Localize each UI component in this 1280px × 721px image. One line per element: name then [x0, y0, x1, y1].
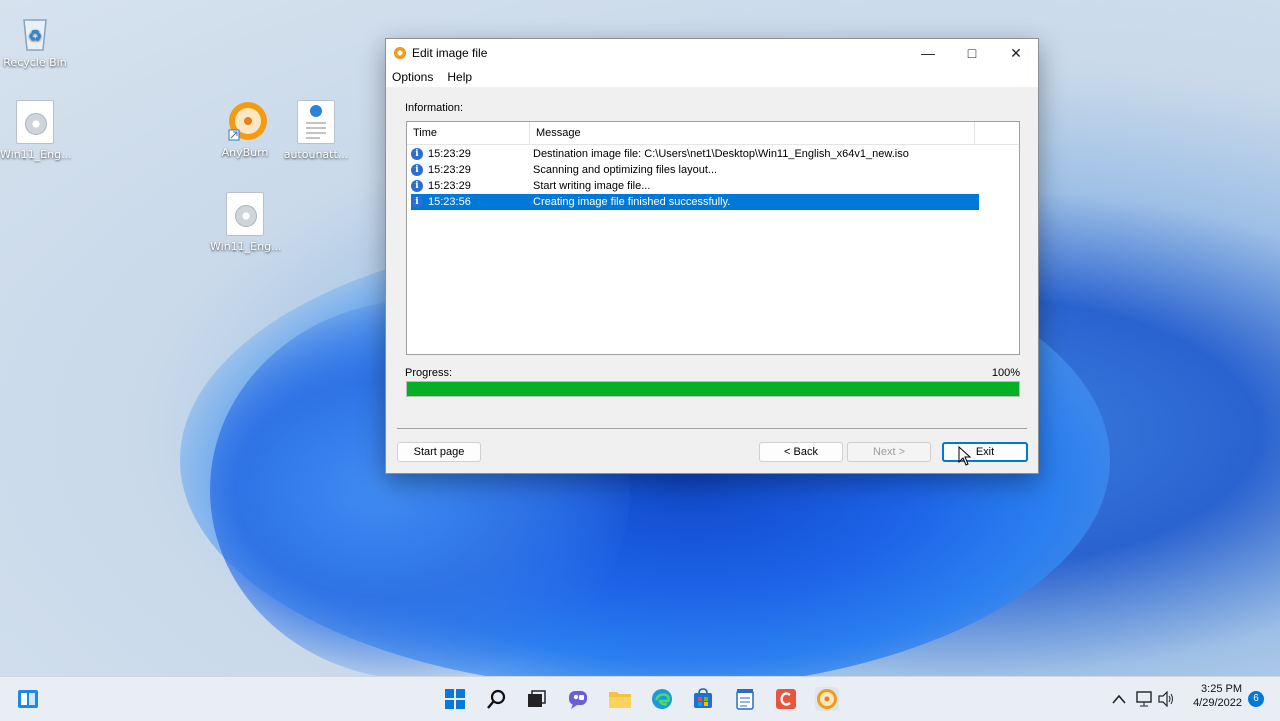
- menu-bar: Options Help: [386, 67, 1038, 87]
- title-bar[interactable]: Edit image file — □ ✕: [386, 39, 1038, 67]
- information-log-list[interactable]: Time Message i 15:23:29 Destination image…: [406, 121, 1020, 355]
- notepad-button[interactable]: [733, 687, 757, 711]
- show-hidden-icons-button[interactable]: [1107, 687, 1131, 711]
- column-header-time[interactable]: Time: [407, 122, 530, 144]
- desktop-icon-label: Recycle Bin: [3, 56, 67, 69]
- log-time: 15:23:29: [428, 180, 471, 192]
- log-row[interactable]: i 15:23:29 Destination image file: C:\Use…: [411, 146, 979, 162]
- log-time: 15:23:29: [428, 164, 471, 176]
- chat-button[interactable]: [566, 687, 590, 711]
- progress-percent: 100%: [991, 367, 1020, 379]
- taskbar: 3:25 PM 4/29/2022 6: [0, 676, 1280, 721]
- task-view-button[interactable]: [524, 687, 548, 711]
- window-title: Edit image file: [412, 46, 488, 60]
- log-message: Start writing image file...: [533, 180, 651, 192]
- notepad-icon: [736, 689, 754, 710]
- progress-label: Progress:: [405, 367, 453, 379]
- log-time: 15:23:29: [428, 148, 471, 160]
- back-button[interactable]: < Back: [759, 442, 843, 462]
- start-button[interactable]: [443, 687, 467, 711]
- desktop-icon-label: Win11_Eng...: [210, 240, 282, 253]
- anyburn-icon: [817, 689, 837, 709]
- column-header-filler: [975, 122, 1019, 144]
- maximize-button[interactable]: □: [950, 39, 994, 67]
- widgets-icon: [18, 690, 38, 708]
- clock-time: 3:25 PM: [1201, 683, 1242, 695]
- desktop-icon-iso-file[interactable]: Win11_Eng...: [0, 100, 72, 161]
- network-button[interactable]: [1133, 687, 1157, 711]
- log-message: Creating image file finished successfull…: [533, 196, 731, 208]
- desktop-icon-label: AnyBurn: [221, 146, 269, 159]
- menu-options[interactable]: Options: [392, 70, 433, 84]
- app-c-icon: [776, 689, 796, 709]
- maximize-icon: □: [967, 45, 977, 61]
- start-page-button[interactable]: Start page: [397, 442, 481, 462]
- log-time: 15:23:56: [428, 196, 471, 208]
- log-message: Destination image file: C:\Users\net1\De…: [533, 148, 909, 160]
- close-button[interactable]: ✕: [994, 39, 1038, 67]
- anyburn-icon: [227, 100, 267, 142]
- info-icon: i: [411, 196, 423, 208]
- progress-bar-fill: [407, 382, 1019, 396]
- search-button[interactable]: [485, 687, 509, 711]
- search-icon: [487, 689, 506, 709]
- chevron-up-icon: [1112, 694, 1126, 704]
- desktop-icon-iso-file-new[interactable]: Win11_Eng...: [210, 192, 282, 253]
- log-row[interactable]: i 15:23:29 Start writing image file...: [411, 178, 979, 194]
- folder-icon: [609, 692, 631, 708]
- recycle-bin-icon: ♻: [17, 10, 53, 52]
- svg-text:♻: ♻: [28, 26, 42, 45]
- log-message: Scanning and optimizing files layout...: [533, 164, 718, 176]
- menu-help[interactable]: Help: [447, 70, 472, 84]
- minimize-button[interactable]: —: [906, 39, 950, 67]
- separator: [397, 428, 1027, 429]
- log-header: Time Message: [407, 122, 1019, 145]
- clock[interactable]: 3:25 PM 4/29/2022: [1182, 683, 1242, 709]
- mouse-cursor-icon: [958, 446, 972, 466]
- store-button[interactable]: [691, 687, 715, 711]
- chat-icon: [569, 691, 587, 709]
- volume-icon: [1158, 691, 1173, 707]
- disc-image-file-icon: [16, 100, 54, 144]
- progress-bar: [406, 381, 1020, 397]
- volume-button[interactable]: [1155, 687, 1179, 711]
- anyburn-app-icon: [394, 47, 406, 59]
- column-header-message[interactable]: Message: [530, 122, 975, 144]
- widgets-button[interactable]: [16, 687, 40, 711]
- notification-badge[interactable]: 6: [1248, 691, 1264, 707]
- anyburn-taskbar-button[interactable]: [815, 687, 839, 711]
- desktop-icon-label: autounatt...: [283, 148, 349, 161]
- snipping-tool-button[interactable]: [774, 687, 798, 711]
- info-icon: i: [411, 148, 423, 160]
- xml-file-icon: [297, 100, 335, 144]
- minimize-icon: —: [921, 45, 935, 61]
- file-explorer-button[interactable]: [608, 687, 632, 711]
- desktop-icon-recycle-bin[interactable]: ♻ Recycle Bin: [0, 10, 70, 69]
- windows-logo-icon: [445, 689, 465, 709]
- disc-image-file-icon: [226, 192, 264, 236]
- wizard-content: Information: Time Message i 15:23:29 Dest…: [386, 87, 1038, 473]
- desktop-icon-anyburn[interactable]: AnyBurn: [210, 100, 280, 159]
- edit-image-file-window: Edit image file — □ ✕ Options Help Infor…: [385, 38, 1039, 474]
- info-icon: i: [411, 180, 423, 192]
- information-label: Information:: [405, 102, 464, 114]
- network-icon: [1136, 691, 1152, 707]
- desktop-icon-label: Win11_Eng...: [0, 148, 72, 161]
- edge-button[interactable]: [650, 687, 674, 711]
- next-button[interactable]: Next >: [847, 442, 931, 462]
- desktop-icon-autounattend[interactable]: autounatt...: [281, 100, 351, 161]
- info-icon: i: [411, 164, 423, 176]
- clock-date: 4/29/2022: [1193, 697, 1242, 709]
- store-icon: [694, 688, 712, 708]
- exit-button[interactable]: Exit: [942, 442, 1028, 462]
- edge-icon: [652, 689, 672, 709]
- log-row[interactable]: i 15:23:29 Scanning and optimizing files …: [411, 162, 979, 178]
- task-view-icon: [528, 690, 546, 707]
- close-icon: ✕: [1010, 44, 1022, 61]
- log-row-selected[interactable]: i 15:23:56 Creating image file finished s…: [411, 194, 979, 210]
